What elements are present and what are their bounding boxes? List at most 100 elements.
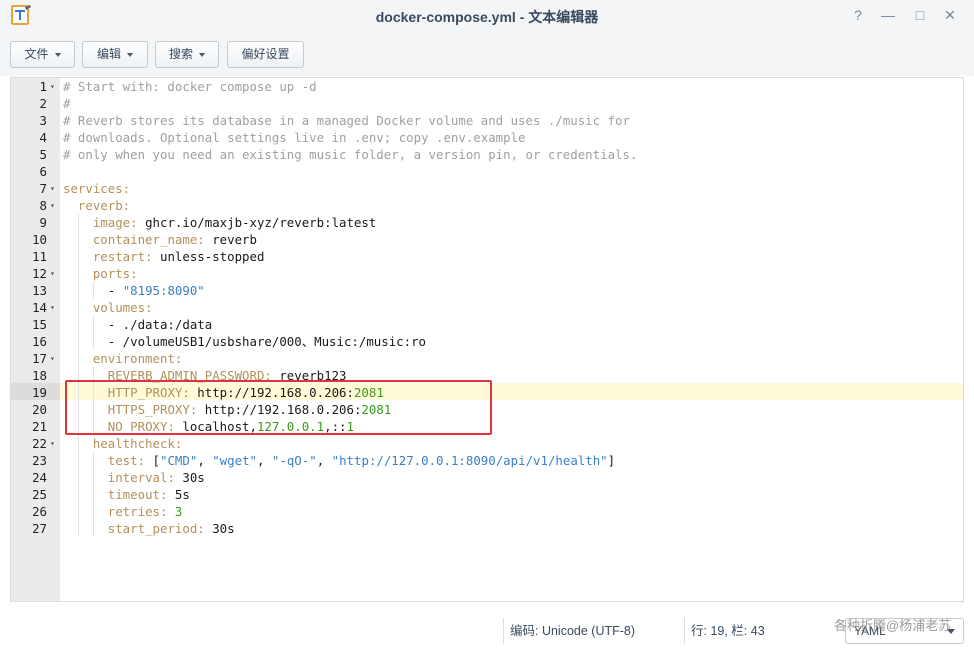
code-text: # Reverb stores its database in a manage… (63, 112, 630, 129)
code-token: timeout: (107, 487, 168, 502)
code-line[interactable]: 24 interval: 30s (11, 469, 963, 486)
fold-toggle-icon[interactable]: ▾ (50, 265, 55, 282)
code-line[interactable]: 8 ▾ reverb: (11, 197, 963, 214)
code-text: retries: 3 (63, 503, 183, 520)
maximize-button[interactable]: □ (911, 6, 929, 24)
line-number: 24 (32, 470, 47, 485)
code-line[interactable]: 9 image: ghcr.io/maxjb-xyz/reverb:latest (11, 214, 963, 231)
line-number: 11 (32, 249, 47, 264)
line-number: 7 (39, 181, 47, 196)
code-text: # (63, 95, 70, 112)
line-number: 15 (32, 317, 47, 332)
minimize-button[interactable]: — (879, 6, 897, 24)
file-menu-label: 文件 (24, 47, 49, 61)
code-line[interactable]: 3 # Reverb stores its database in a manag… (11, 112, 963, 129)
line-number: 22 (32, 436, 47, 451)
chevron-down-icon (199, 52, 205, 57)
close-button[interactable]: ✕ (941, 6, 959, 24)
code-text: ports: (63, 265, 138, 282)
line-number: 8 (39, 198, 47, 213)
code-line[interactable]: 6 (11, 163, 963, 180)
line-number: 12 (32, 266, 47, 281)
code-line[interactable]: 27 start_period: 30s (11, 520, 963, 537)
line-number: 6 (39, 164, 47, 179)
code-token: retries: (107, 504, 168, 519)
code-text: timeout: 5s (63, 486, 190, 503)
code-line[interactable]: 15 - ./data:/data (11, 316, 963, 333)
code-line[interactable]: 14 ▾ volumes: (11, 299, 963, 316)
code-line[interactable]: 17 ▾ environment: (11, 350, 963, 367)
fold-toggle-icon[interactable]: ▾ (50, 299, 55, 316)
code-line[interactable]: 1 ▾ # Start with: docker compose up -d (11, 78, 963, 95)
cursor-position-status: 行: 19, 栏: 43 (684, 618, 765, 644)
line-number: 3 (39, 113, 47, 128)
code-line[interactable]: 10 container_name: reverb (11, 231, 963, 248)
code-line[interactable]: 25 timeout: 5s (11, 486, 963, 503)
fold-toggle-icon[interactable]: ▾ (50, 350, 55, 367)
code-line[interactable]: 16 - /volumeUSB1/usbshare/000、Music:/mus… (11, 333, 963, 350)
code-token: 3 (174, 504, 183, 519)
code-text: - ./data:/data (63, 316, 212, 333)
line-number: 10 (32, 232, 47, 247)
code-line[interactable]: 11 restart: unless-stopped (11, 248, 963, 265)
code-lines[interactable]: 1 ▾ # Start with: docker compose up -d 2 #3 #… (11, 78, 963, 537)
code-text: image: ghcr.io/maxjb-xyz/reverb:latest (63, 214, 376, 231)
code-token: 30s (204, 521, 235, 536)
code-token: unless-stopped (152, 249, 265, 264)
code-token: ] (607, 453, 616, 468)
code-line[interactable]: 7 ▾ services: (11, 180, 963, 197)
code-text: restart: unless-stopped (63, 248, 265, 265)
search-menu-button[interactable]: 搜索 (155, 41, 219, 68)
fold-toggle-icon[interactable]: ▾ (50, 197, 55, 214)
code-text: container_name: reverb (63, 231, 257, 248)
line-number: 13 (32, 283, 47, 298)
code-token: ghcr.io/maxjb-xyz/reverb:latest (137, 215, 377, 230)
code-line[interactable]: 5 # only when you need an existing music … (11, 146, 963, 163)
code-line[interactable]: 2 # (11, 95, 963, 112)
encoding-status[interactable]: 编码: Unicode (UTF-8) (503, 618, 635, 644)
file-menu-button[interactable]: 文件 (10, 41, 75, 68)
code-token: start_period: (107, 521, 205, 536)
code-token: "wget" (212, 453, 257, 468)
code-line[interactable]: 4 # downloads. Optional settings live in … (11, 129, 963, 146)
code-line[interactable]: 13 - "8195:8090" (11, 282, 963, 299)
code-text: test: ["CMD", "wget", "-qO-", "http://12… (63, 452, 615, 469)
edit-menu-button[interactable]: 编辑 (82, 41, 148, 68)
code-text: # Start with: docker compose up -d (63, 78, 317, 95)
code-token: "http://127.0.0.1:8090/api/v1/health" (331, 453, 608, 468)
code-token: environment: (92, 351, 183, 366)
line-number: 2 (39, 96, 47, 111)
line-number: 25 (32, 487, 47, 502)
code-line[interactable]: 23 test: ["CMD", "wget", "-qO-", "http:/… (11, 452, 963, 469)
preferences-button[interactable]: 偏好设置 (227, 41, 304, 68)
status-bar: 编码: Unicode (UTF-8) 行: 19, 栏: 43 YAML 各种… (0, 603, 974, 653)
code-token: interval: (107, 470, 175, 485)
code-line[interactable]: 22 ▾ healthcheck: (11, 435, 963, 452)
code-token: # (63, 96, 71, 111)
code-token: "8195:8090" (122, 283, 205, 298)
code-text: environment: (63, 350, 183, 367)
code-token: # only when you need an existing music f… (63, 147, 638, 162)
code-editor[interactable]: 1 ▾ # Start with: docker compose up -d 2 #3 #… (10, 77, 964, 602)
code-token: - ./data:/data (63, 317, 213, 332)
code-token: # Start with: docker compose up -d (63, 79, 317, 94)
code-text: volumes: (63, 299, 153, 316)
code-line[interactable]: 26 retries: 3 (11, 503, 963, 520)
code-line[interactable]: 12 ▾ ports: (11, 265, 963, 282)
help-button[interactable]: ? (849, 6, 867, 24)
fold-toggle-icon[interactable]: ▾ (50, 78, 55, 95)
fold-toggle-icon[interactable]: ▾ (50, 180, 55, 197)
window-title: docker-compose.yml - 文本编辑器 (375, 9, 599, 25)
line-number: 21 (32, 419, 47, 434)
code-token: , (257, 453, 272, 468)
fold-toggle-icon[interactable]: ▾ (50, 435, 55, 452)
